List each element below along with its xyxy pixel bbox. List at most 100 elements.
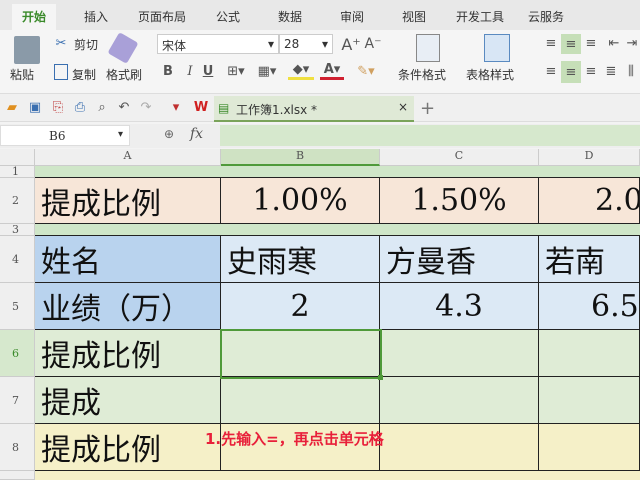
cell-b7[interactable] bbox=[221, 377, 380, 424]
column-header-a[interactable]: A bbox=[35, 149, 221, 166]
select-all-corner[interactable] bbox=[0, 149, 35, 166]
insert-function-button[interactable]: fx bbox=[190, 126, 203, 142]
italic-button[interactable]: I bbox=[182, 62, 198, 80]
tab-view[interactable]: 视图 bbox=[402, 8, 426, 25]
cell-b2[interactable]: 1.00% bbox=[221, 178, 380, 224]
borders-icon[interactable]: ⊞▾ bbox=[224, 62, 248, 80]
tab-data[interactable]: 数据 bbox=[278, 8, 302, 25]
cell-c2[interactable]: 1.50% bbox=[380, 178, 539, 224]
row-header-4[interactable]: 4 bbox=[0, 236, 35, 283]
row-header-9[interactable] bbox=[0, 471, 35, 480]
font-select[interactable]: 宋体 ▾ bbox=[157, 34, 279, 54]
align-middle-icon[interactable]: ≡ bbox=[561, 34, 581, 54]
tab-review[interactable]: 审阅 bbox=[340, 8, 364, 25]
align-left-icon[interactable]: ≡ bbox=[542, 62, 560, 80]
tab-home[interactable]: 开始 bbox=[12, 4, 57, 30]
align-top-icon[interactable]: ≡ bbox=[542, 34, 560, 52]
cell-a4[interactable]: 姓名 bbox=[35, 236, 221, 283]
cell-ref: B6 bbox=[49, 129, 66, 143]
align-bottom-icon[interactable]: ≡ bbox=[582, 34, 600, 52]
open-folder-icon[interactable]: ▰ bbox=[4, 99, 20, 115]
cell-d2[interactable]: 2.00% bbox=[539, 178, 640, 224]
column-header-c[interactable]: C bbox=[380, 149, 539, 166]
cell-a8[interactable]: 提成比例 bbox=[35, 424, 221, 471]
copy-button[interactable]: 复制 bbox=[72, 66, 96, 83]
tab-page-layout[interactable]: 页面布局 bbox=[138, 8, 186, 25]
cell-d6[interactable] bbox=[539, 330, 640, 377]
underline-button[interactable]: U bbox=[200, 62, 216, 80]
tab-developer[interactable]: 开发工具 bbox=[456, 8, 504, 25]
tab-insert[interactable]: 插入 bbox=[84, 8, 108, 25]
cell-a7[interactable]: 提成 bbox=[35, 377, 221, 424]
document-tab[interactable]: ▤ 工作簿1.xlsx * × bbox=[214, 96, 414, 122]
cell-a6[interactable]: 提成比例 bbox=[35, 330, 221, 377]
font-color-icon[interactable]: A▾ bbox=[320, 62, 344, 80]
redo-icon[interactable]: ↷ bbox=[138, 99, 154, 115]
cell-a5[interactable]: 业绩（万） bbox=[35, 283, 221, 330]
export-pdf-icon[interactable]: ⎘ bbox=[50, 99, 66, 115]
tutorial-annotation: 1.先输入=，再点击单元格 bbox=[205, 430, 384, 448]
paste-button[interactable]: 粘贴 bbox=[10, 66, 34, 83]
cell-b5[interactable]: 2 bbox=[221, 283, 380, 330]
format-painter-icon bbox=[107, 32, 139, 64]
fill-color-icon[interactable]: ◆▾ bbox=[288, 62, 314, 80]
cell-c7[interactable] bbox=[380, 377, 539, 424]
print-preview-icon[interactable]: ⌕ bbox=[94, 99, 110, 115]
cell-b4[interactable]: 史雨寒 bbox=[221, 236, 380, 283]
table-style-button[interactable]: 表格样式 bbox=[466, 66, 514, 83]
cell-a2[interactable]: 提成比例 bbox=[35, 178, 221, 224]
row-1-band bbox=[35, 166, 640, 178]
tab-formulas[interactable]: 公式 bbox=[216, 8, 240, 25]
undo-icon[interactable]: ↶ bbox=[116, 99, 132, 115]
save-icon[interactable]: ▣ bbox=[27, 99, 43, 115]
conditional-format-icon bbox=[416, 34, 440, 62]
distributed-icon[interactable]: ⫼ bbox=[622, 62, 640, 80]
cell-c8[interactable] bbox=[380, 424, 539, 471]
customize-dropdown-icon[interactable]: ▾ bbox=[168, 99, 184, 115]
new-tab-button[interactable]: + bbox=[420, 98, 435, 119]
align-center-icon[interactable]: ≡ bbox=[561, 61, 581, 83]
decrease-indent-icon[interactable]: ⇤ bbox=[605, 34, 623, 52]
cell-fill-pattern-icon[interactable]: ▦▾ bbox=[254, 62, 280, 80]
row-header-8[interactable]: 8 bbox=[0, 424, 35, 471]
cell-d5[interactable]: 6.5 bbox=[539, 283, 640, 330]
align-right-icon[interactable]: ≡ bbox=[582, 62, 600, 80]
copy-icon bbox=[54, 64, 68, 80]
cut-button[interactable]: 剪切 bbox=[74, 36, 98, 53]
clear-format-icon[interactable]: ✎▾ bbox=[354, 62, 378, 80]
cell-c5[interactable]: 4.3 bbox=[380, 283, 539, 330]
fill-handle[interactable] bbox=[378, 375, 383, 380]
row-header-6[interactable]: 6 bbox=[0, 330, 35, 377]
paste-icon[interactable] bbox=[14, 36, 40, 64]
column-header-d[interactable]: D bbox=[539, 149, 640, 166]
cell-c4[interactable]: 方曼香 bbox=[380, 236, 539, 283]
conditional-format-button[interactable]: 条件格式 bbox=[398, 66, 446, 83]
zoom-function-icon[interactable]: ⊕ bbox=[164, 127, 174, 141]
row-header-2[interactable]: 2 bbox=[0, 178, 35, 224]
cell-d8[interactable] bbox=[539, 424, 640, 471]
increase-indent-icon[interactable]: ⇥ bbox=[624, 34, 640, 52]
wps-logo-icon[interactable]: W bbox=[192, 99, 210, 115]
column-header-b[interactable]: B bbox=[221, 149, 380, 166]
row-header-5[interactable]: 5 bbox=[0, 283, 35, 330]
row-header-3[interactable]: 3 bbox=[0, 223, 35, 236]
name-box[interactable]: B6 ▾ bbox=[0, 125, 130, 146]
justify-icon[interactable]: ≣ bbox=[602, 62, 620, 80]
chevron-down-icon: ▾ bbox=[117, 129, 123, 140]
row-header-1[interactable]: 1 bbox=[0, 165, 35, 178]
selected-cell-outline bbox=[220, 329, 382, 379]
increase-font-icon[interactable]: A⁺ bbox=[341, 34, 360, 54]
font-value: 宋体 bbox=[162, 39, 187, 53]
decrease-font-icon[interactable]: A⁻ bbox=[364, 34, 382, 54]
formula-input[interactable] bbox=[220, 125, 640, 146]
print-icon[interactable]: ⎙ bbox=[72, 99, 88, 115]
tab-cloud[interactable]: 云服务 bbox=[528, 8, 564, 25]
bold-button[interactable]: B bbox=[160, 62, 176, 80]
row-header-7[interactable]: 7 bbox=[0, 377, 35, 424]
cell-c6[interactable] bbox=[380, 330, 539, 377]
font-size-select[interactable]: 28 ▾ bbox=[279, 34, 333, 54]
close-tab-icon[interactable]: × bbox=[398, 100, 408, 114]
cell-d4[interactable]: 若南 bbox=[539, 236, 640, 283]
cell-d7[interactable] bbox=[539, 377, 640, 424]
format-painter-button[interactable]: 格式刷 bbox=[106, 66, 142, 83]
